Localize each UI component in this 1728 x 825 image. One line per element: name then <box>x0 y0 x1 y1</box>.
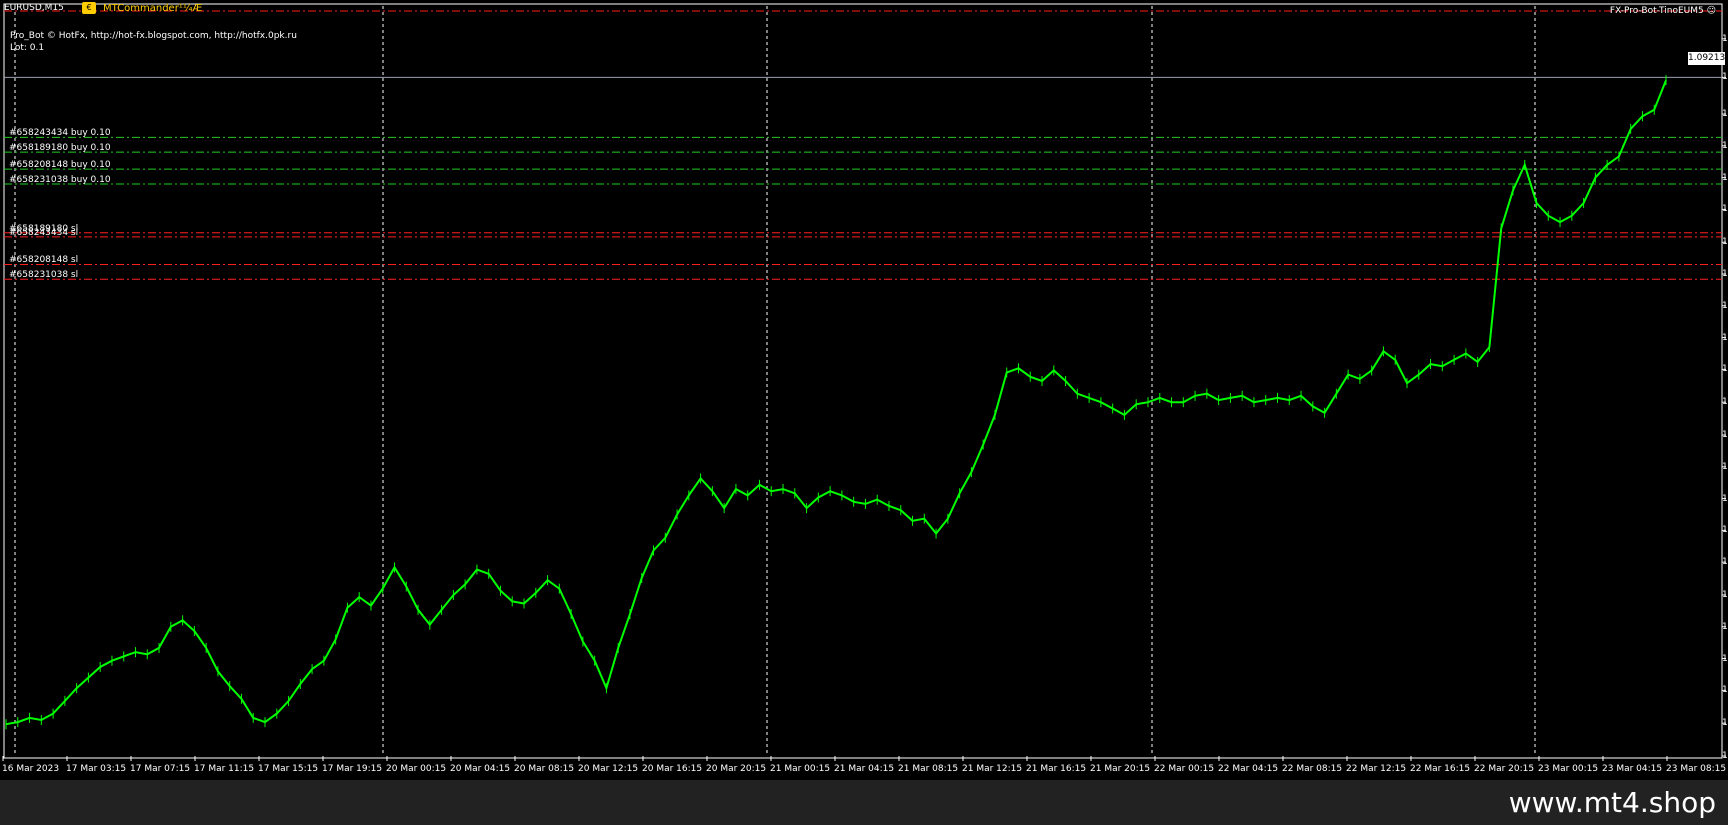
sl-order-label: #658231038 sl <box>9 270 79 281</box>
top-right-label: FX-Pro-Bot-TinoEUM5 ☺ <box>1610 6 1716 16</box>
x-tick-label: 22 Mar 20:15 <box>1474 764 1535 774</box>
sl-order-label: #658243434 sl <box>9 227 79 238</box>
x-tick-label: 17 Mar 19:15 <box>322 764 383 774</box>
y-tick-label: 1.09213 <box>1722 72 1728 83</box>
chart-window[interactable]: EURUSD,M15 € MTCommander¹¼Æ FX-Pro-Bot-T… <box>0 0 1728 780</box>
y-tick-label: 1.06770 <box>1722 589 1728 600</box>
x-tick-label: 20 Mar 20:15 <box>706 764 767 774</box>
sl-order-label: #658208148 sl <box>9 255 79 266</box>
y-tick-label: 1.08590 <box>1722 204 1728 215</box>
x-tick-label: 23 Mar 04:15 <box>1602 764 1663 774</box>
y-tick-label: 1.07835 <box>1722 364 1728 375</box>
price-chart[interactable] <box>0 0 1728 780</box>
y-tick-label: 1.09040 <box>1722 109 1728 120</box>
x-tick-label: 20 Mar 16:15 <box>642 764 703 774</box>
x-tick-label: 17 Mar 15:15 <box>258 764 319 774</box>
x-tick-label: 23 Mar 08:15 <box>1666 764 1727 774</box>
x-tick-label: 22 Mar 16:15 <box>1410 764 1471 774</box>
y-tick-label: 1.06320 <box>1722 685 1728 696</box>
y-tick-label: 1.06620 <box>1722 621 1728 632</box>
y-tick-label: 1.07075 <box>1722 525 1728 536</box>
x-tick-label: 20 Mar 04:15 <box>450 764 511 774</box>
x-tick-label: 20 Mar 08:15 <box>514 764 575 774</box>
x-tick-label: 20 Mar 12:15 <box>578 764 639 774</box>
account-label: FX-Pro-Bot-TinoEUM5 <box>1609 6 1704 16</box>
current-price-label: 1.09213 <box>1688 52 1726 65</box>
y-tick-label: 1.08435 <box>1722 237 1728 248</box>
y-tick-label: 1.09395 <box>1722 33 1728 44</box>
x-tick-label: 21 Mar 16:15 <box>1026 764 1087 774</box>
x-tick-label: 21 Mar 12:15 <box>962 764 1023 774</box>
buy-order-label: #658231038 buy 0.10 <box>9 174 111 185</box>
y-tick-label: 1.08740 <box>1722 172 1728 183</box>
x-tick-label: 20 Mar 00:15 <box>386 764 447 774</box>
y-tick-label: 1.06010 <box>1722 751 1728 761</box>
x-tick-label: 22 Mar 04:15 <box>1218 764 1279 774</box>
smile-icon: ☺ <box>1706 6 1716 16</box>
y-tick-label: 1.08285 <box>1722 269 1728 279</box>
watermark: www.mt4.shop <box>1508 786 1716 819</box>
symbol-title: EURUSD,M15 <box>4 3 64 13</box>
x-tick-label: 22 Mar 00:15 <box>1154 764 1215 774</box>
x-tick-label: 21 Mar 00:15 <box>770 764 831 774</box>
y-tick-label: 1.06165 <box>1722 718 1728 729</box>
buy-order-label: #658208148 buy 0.10 <box>9 160 111 171</box>
chart-border <box>3 3 1723 759</box>
y-tick-label: 1.06925 <box>1722 557 1728 568</box>
x-tick-label: 21 Mar 08:15 <box>898 764 959 774</box>
ea-badge-icon: € <box>82 2 96 14</box>
buy-order-label: #658189180 buy 0.10 <box>9 143 111 154</box>
x-tick-label: 21 Mar 04:15 <box>834 764 895 774</box>
y-tick-label: 1.06470 <box>1722 653 1728 664</box>
info-line-2: Lot: 0.1 <box>10 43 45 53</box>
x-tick-label: 22 Mar 12:15 <box>1346 764 1407 774</box>
buy-order-label: #658243434 buy 0.10 <box>9 128 111 139</box>
info-line-1: Pro_Bot © HotFx, http://hot-fx.blogspot.… <box>10 31 297 41</box>
price-series-line <box>5 79 1667 726</box>
y-tick-label: 1.08135 <box>1722 300 1728 311</box>
x-tick-label: 16 Mar 2023 <box>2 764 60 774</box>
x-tick-label: 17 Mar 07:15 <box>130 764 191 774</box>
x-tick-label: 17 Mar 11:15 <box>194 764 255 774</box>
x-tick-label: 23 Mar 00:15 <box>1538 764 1599 774</box>
ea-name[interactable]: MTCommander¹¼Æ <box>103 3 202 14</box>
y-tick-label: 1.07525 <box>1722 430 1728 441</box>
x-tick-label: 22 Mar 08:15 <box>1282 764 1343 774</box>
y-tick-label: 1.07680 <box>1722 397 1728 408</box>
y-tick-label: 1.07985 <box>1722 332 1728 343</box>
footer-bar <box>0 780 1728 825</box>
y-tick-label: 1.07225 <box>1722 493 1728 504</box>
x-tick-label: 17 Mar 03:15 <box>66 764 127 774</box>
y-tick-label: 1.07375 <box>1722 461 1728 472</box>
y-tick-label: 1.08890 <box>1722 140 1728 151</box>
x-tick-label: 21 Mar 20:15 <box>1090 764 1151 774</box>
